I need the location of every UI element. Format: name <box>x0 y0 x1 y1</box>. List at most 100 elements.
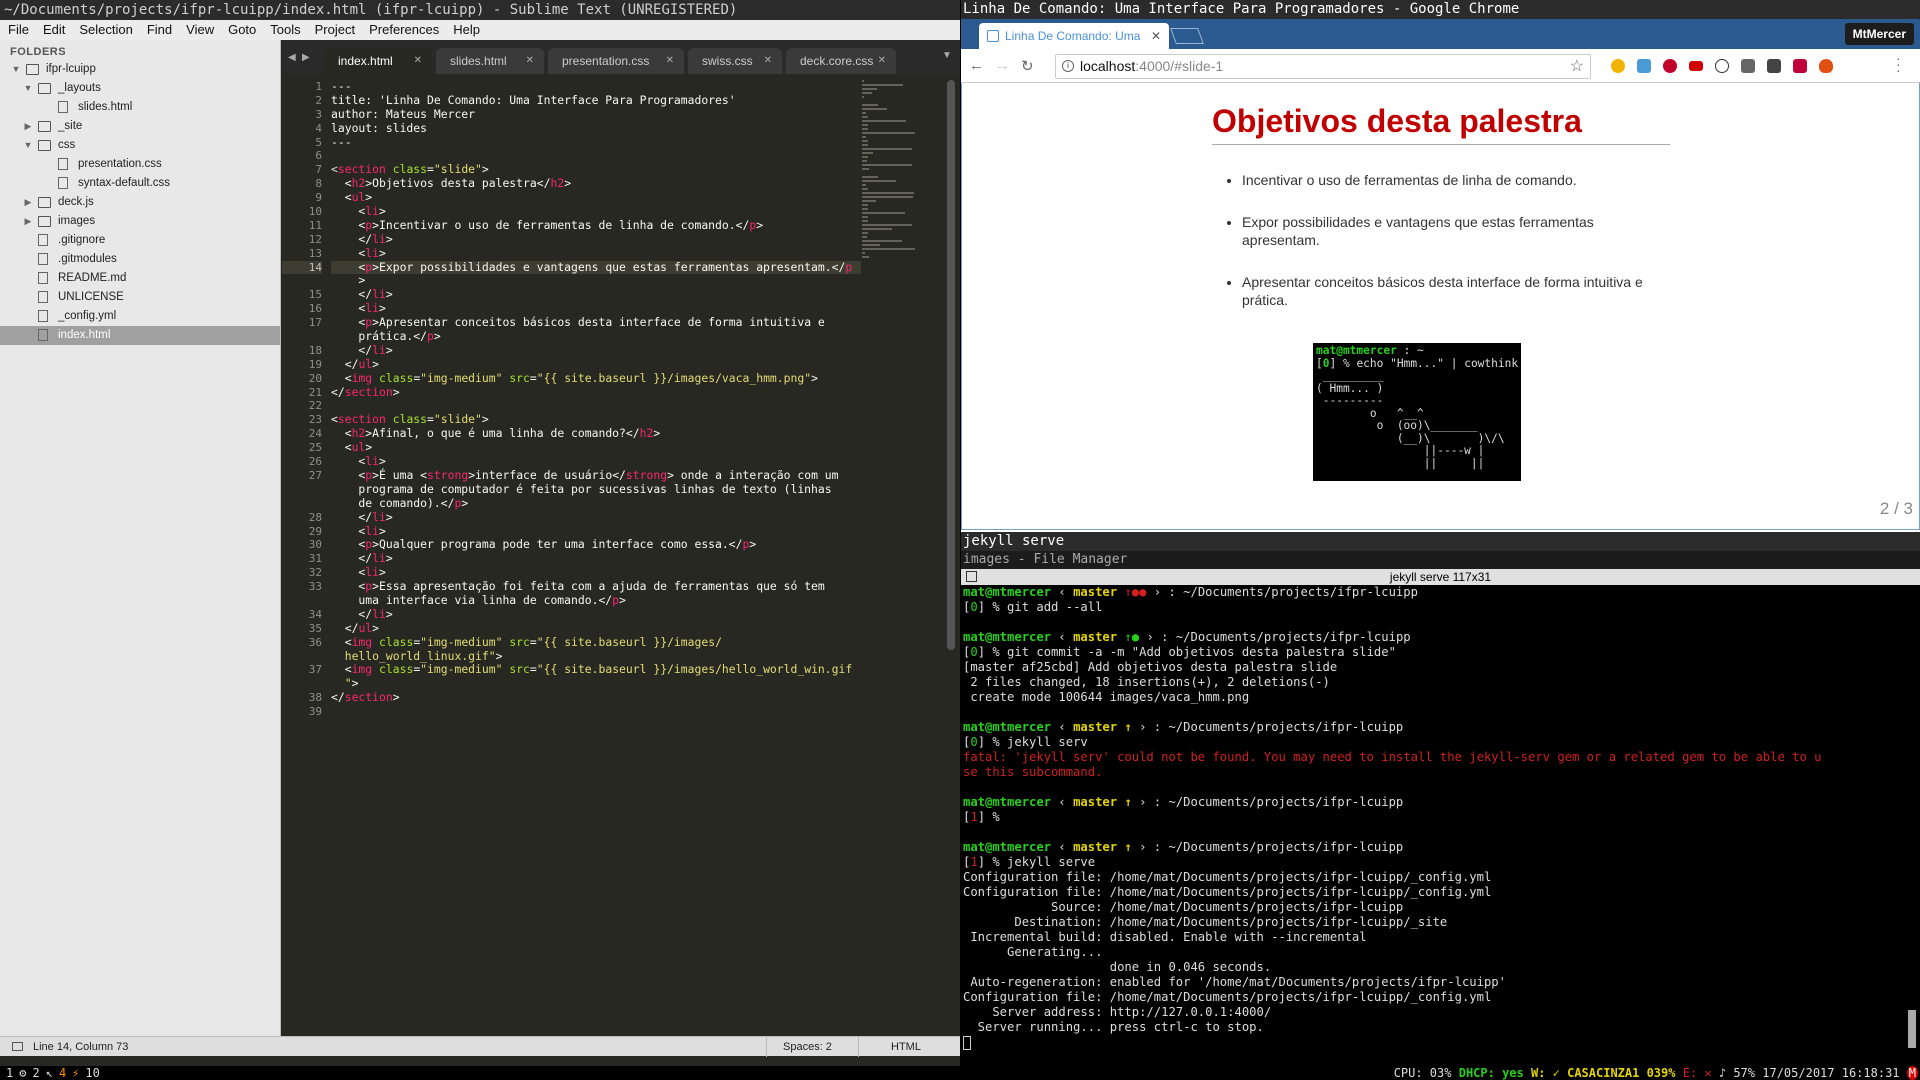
terminal-line: mat@mtmercer ‹ master ↑ › : ~/Documents/… <box>963 720 1920 735</box>
chevron-down-icon[interactable]: ▼ <box>10 60 22 79</box>
editor-tab[interactable]: presentation.css ✕ <box>548 48 684 74</box>
code-token: > <box>619 592 626 607</box>
terminal-line: mat@mtmercer ‹ master ↑ › : ~/Documents/… <box>963 795 1920 810</box>
extension-icon[interactable] <box>1741 59 1755 73</box>
sidebar-item[interactable]: .gitignore <box>0 231 280 250</box>
folder-icon <box>38 140 51 151</box>
menu-item[interactable]: Find <box>139 20 178 40</box>
close-tab-icon[interactable]: ✕ <box>526 48 534 74</box>
terminal-text: 0 <box>970 600 978 614</box>
terminal-line: [1] % jekyll serve <box>963 855 1920 870</box>
sidebar-item[interactable]: UNLICENSE <box>0 288 280 307</box>
tab-next-icon[interactable]: ▶ <box>302 52 310 63</box>
new-tab-button[interactable] <box>1170 28 1204 44</box>
sidebar-item[interactable]: presentation.css <box>0 155 280 174</box>
tab-prev-icon[interactable]: ◀ <box>288 52 296 63</box>
extension-icon[interactable] <box>1637 59 1651 73</box>
chevron-right-icon[interactable]: ▶ <box>22 117 34 136</box>
menu-item[interactable]: Project <box>307 20 361 40</box>
mail-icon[interactable]: M <box>1906 1066 1918 1080</box>
sidebar-item[interactable]: ▼ _layouts <box>0 79 280 98</box>
editor-tab[interactable]: slides.html ✕ <box>436 48 544 74</box>
indentation-status[interactable]: Spaces: 2 <box>766 1037 832 1057</box>
extension-icon[interactable] <box>1767 59 1781 73</box>
minimap-line <box>862 176 879 178</box>
menu-item[interactable]: Goto <box>220 20 262 40</box>
syntax-status[interactable]: HTML <box>858 1037 921 1057</box>
workspace-2[interactable]: 2 <box>32 1066 39 1080</box>
sidebar-item[interactable]: ▼ css <box>0 136 280 155</box>
sidebar-item[interactable]: slides.html <box>0 98 280 117</box>
workspace-4[interactable]: 4 <box>59 1066 66 1080</box>
code-token: > <box>365 190 373 205</box>
sidebar-item[interactable]: ▼ ifpr-lcuipp <box>0 60 280 79</box>
workspace-10[interactable]: 10 <box>85 1066 99 1080</box>
close-tab-icon[interactable]: ✕ <box>764 48 772 74</box>
back-icon[interactable]: ← <box>969 57 984 74</box>
bookmark-star-icon[interactable]: ☆ <box>1570 55 1584 78</box>
terminal-scrollbar[interactable] <box>1908 1010 1916 1048</box>
browser-tab[interactable]: Linha De Comando: Uma ✕ <box>979 23 1169 49</box>
chevron-down-icon[interactable]: ▼ <box>22 136 34 155</box>
forward-icon[interactable]: → <box>995 57 1010 74</box>
sidebar-item[interactable]: index.html <box>0 326 280 345</box>
close-tab-icon[interactable]: ✕ <box>414 48 422 74</box>
extension-icon[interactable] <box>1689 61 1703 71</box>
code-token: >Essa apresentação foi feita com a ajuda… <box>372 579 825 594</box>
menu-item[interactable]: File <box>0 20 35 40</box>
code-token: li <box>365 204 380 219</box>
sidebar-item[interactable]: syntax-default.css <box>0 174 280 193</box>
extension-icon[interactable] <box>1715 59 1729 73</box>
editor-tab[interactable]: deck.core.css ✕ <box>786 48 896 74</box>
code-token: >Expor possibilidades e vantagens que es… <box>372 259 846 274</box>
minimap[interactable] <box>862 80 942 258</box>
code-area[interactable]: --- title: 'Linha De Comando: Uma Interfa… <box>331 79 861 719</box>
chevron-right-icon[interactable]: ▶ <box>22 212 34 231</box>
extension-icon[interactable] <box>1611 59 1625 73</box>
terminal-output[interactable]: mat@mtmercer ‹ master ↑●● › : ~/Document… <box>961 585 1920 1052</box>
menu-item[interactable]: Selection <box>71 20 138 40</box>
sidebar-item[interactable]: ▶ _site <box>0 117 280 136</box>
code-token: </ <box>331 690 345 705</box>
sidebar-item[interactable]: README.md <box>0 269 280 288</box>
close-tab-icon[interactable]: ✕ <box>666 48 674 74</box>
menu-item[interactable]: Tools <box>262 20 306 40</box>
code-token: ul <box>358 356 373 371</box>
reload-icon[interactable]: ↻ <box>1021 57 1034 75</box>
sidebar-item[interactable]: _config.yml <box>0 307 280 326</box>
code-line: <p>Incentivar o uso de ferramentas de li… <box>331 218 861 233</box>
terminal-window-title: jekyll serve <box>961 532 1920 551</box>
editor-tab[interactable]: index.html ✕ <box>324 48 432 74</box>
extension-icon[interactable] <box>1793 59 1807 73</box>
tab-list-icon[interactable]: ▼ <box>942 50 952 61</box>
menu-item[interactable]: View <box>178 20 220 40</box>
sidebar-item[interactable]: ▶ images <box>0 212 280 231</box>
workspace-1[interactable]: 1 <box>6 1066 13 1080</box>
extension-icon[interactable] <box>1819 59 1833 73</box>
terminal-text: master <box>1073 585 1118 599</box>
editor-tab[interactable]: swiss.css ✕ <box>688 48 782 74</box>
code-line: </li> <box>331 232 861 247</box>
menu-item[interactable]: Preferences <box>361 20 445 40</box>
chevron-down-icon[interactable]: ▼ <box>22 79 34 98</box>
site-info-icon[interactable]: i <box>1062 60 1074 72</box>
close-tab-icon[interactable]: ✕ <box>1151 23 1161 49</box>
grid-icon[interactable] <box>966 571 977 582</box>
editor-scrollbar[interactable] <box>947 80 955 650</box>
close-tab-icon[interactable]: ✕ <box>878 48 886 74</box>
panel-toggle-icon[interactable] <box>12 1042 23 1051</box>
chevron-right-icon[interactable]: ▶ <box>22 193 34 212</box>
menu-item[interactable]: Edit <box>35 20 71 40</box>
ublock-icon[interactable] <box>1663 59 1677 73</box>
sidebar-item[interactable]: ▶ deck.js <box>0 193 280 212</box>
profile-button[interactable]: MtMercer <box>1844 23 1914 45</box>
code-token: li <box>372 606 386 621</box>
code-token: < <box>331 412 338 427</box>
address-bar[interactable]: i localhost:4000/#slide-1 ☆ <box>1055 54 1591 79</box>
menu-item[interactable]: Help <box>445 20 486 40</box>
chrome-menu-icon[interactable]: · · · <box>1896 51 1901 77</box>
sidebar-item[interactable]: .gitmodules <box>0 250 280 269</box>
file-manager-title[interactable]: images - File Manager <box>961 551 1920 569</box>
code-line: <img class="img-medium" src="{{ site.bas… <box>331 635 861 650</box>
